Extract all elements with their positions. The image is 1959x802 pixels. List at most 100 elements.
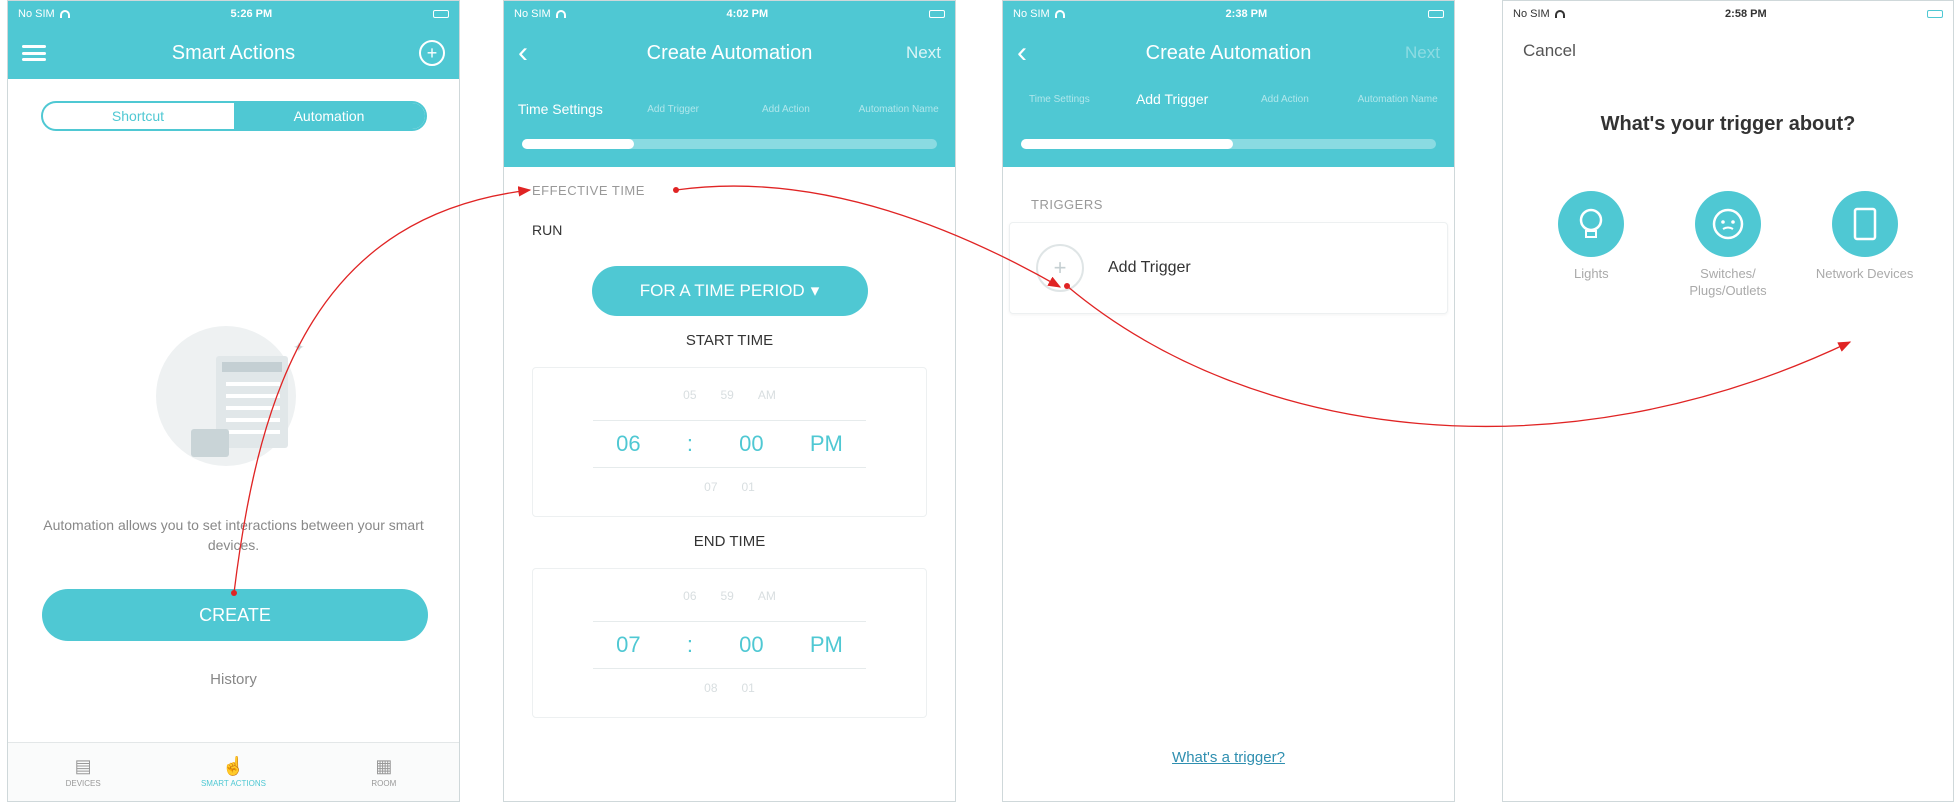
trigger-question: What's your trigger about?	[1600, 113, 1856, 135]
tab-room[interactable]: ▦ ROOM	[309, 743, 459, 801]
step-time-settings: Time Settings	[1028, 93, 1090, 105]
empty-state-description: Automation allows you to set interaction…	[43, 517, 424, 553]
nav-bar: Smart Actions +	[8, 27, 459, 79]
add-circle-icon: +	[1036, 244, 1084, 292]
step-add-trigger: Add Trigger	[647, 103, 699, 115]
wifi-icon	[1054, 10, 1065, 18]
caret-down-icon: ▾	[810, 281, 820, 300]
hamburger-icon[interactable]	[22, 45, 46, 61]
status-bar: No SIM 2:58 PM	[1503, 1, 1953, 27]
tab-bar: ▤ DEVICES ☝ SMART ACTIONS ▦ ROOM	[8, 742, 459, 801]
status-time: 5:26 PM	[230, 8, 273, 20]
next-button[interactable]: Next	[906, 43, 941, 63]
battery-icon	[432, 10, 449, 18]
wifi-icon	[1554, 10, 1565, 18]
category-label: Lights	[1573, 266, 1609, 281]
end-time-label: END TIME	[693, 533, 766, 550]
step-automation-name: Automation Name	[858, 103, 939, 115]
segment-shortcut[interactable]: Shortcut	[43, 103, 234, 129]
nav-bar: ‹ Create Automation Next	[1003, 27, 1454, 79]
category-switches-plugs[interactable]: Switches/ Plugs/Outlets	[1673, 191, 1783, 299]
history-link[interactable]: History	[8, 671, 459, 688]
smart-actions-icon: ☝	[222, 755, 245, 776]
start-time-picker[interactable]: 05 59 AM 06 : 00 PM 07 01	[532, 367, 927, 517]
back-chevron-icon[interactable]: ‹	[518, 38, 528, 68]
screen-add-trigger: No SIM 2:38 PM ‹ Create Automation Next …	[1002, 0, 1455, 802]
section-header: TRIGGERS	[1031, 197, 1103, 212]
outlet-icon	[1694, 191, 1761, 257]
picker-ampm[interactable]: PM	[810, 431, 843, 457]
step-indicator: Time Settings Add Trigger Add Action Aut…	[504, 79, 955, 139]
picker-minute-above: 59	[720, 589, 734, 603]
category-lights[interactable]: Lights	[1536, 191, 1646, 299]
carrier-label: No SIM	[1013, 8, 1050, 20]
picker-ampm-above: AM	[757, 589, 776, 603]
page-title: Create Automation	[1145, 41, 1312, 64]
status-time: 2:58 PM	[1725, 8, 1767, 20]
time-period-dropdown[interactable]: FOR A TIME PERIOD ▾	[591, 266, 868, 316]
picker-colon: :	[686, 632, 693, 657]
tab-devices[interactable]: ▤ DEVICES	[8, 743, 158, 801]
page-title: Smart Actions	[171, 41, 296, 64]
screen-smart-actions: No SIM 5:26 PM Smart Actions + Shortcut …	[7, 0, 460, 802]
picker-hour-above: 05	[683, 388, 697, 402]
picker-hour-below: 08	[704, 681, 718, 695]
add-circle-icon[interactable]: +	[419, 40, 445, 66]
picker-hour-above: 06	[683, 589, 697, 603]
next-button[interactable]: Next	[1405, 43, 1440, 63]
add-trigger-label: Add Trigger	[1108, 259, 1191, 276]
picker-minute[interactable]: 00	[739, 632, 763, 658]
category-label: Network Devices	[1815, 266, 1914, 281]
progress-fill	[522, 139, 635, 149]
picker-hour[interactable]: 07	[616, 632, 640, 658]
screen-trigger-category: No SIM 2:58 PM Cancel What's your trigge…	[1502, 0, 1954, 802]
picker-minute[interactable]: 00	[739, 431, 763, 457]
category-list: Lights Switches/ Plugs/Outlets Network D…	[1503, 191, 1953, 299]
whats-a-trigger-link[interactable]: What's a trigger?	[1003, 749, 1454, 766]
carrier-label: No SIM	[18, 8, 55, 20]
step-time-settings: Time Settings	[517, 100, 603, 117]
run-label: RUN	[532, 222, 563, 238]
step-automation-name: Automation Name	[1357, 93, 1438, 105]
segmented-control: Shortcut Automation	[40, 101, 427, 131]
stand-icon	[191, 429, 229, 457]
category-network-devices[interactable]: Network Devices	[1810, 191, 1920, 299]
picker-hour[interactable]: 06	[616, 431, 640, 457]
page-title: Create Automation	[646, 41, 813, 64]
step-add-action: Add Action	[1260, 93, 1309, 105]
create-button[interactable]: CREATE	[42, 589, 428, 641]
segment-automation[interactable]: Automation	[233, 103, 425, 129]
battery-icon	[1926, 10, 1943, 18]
room-icon: ▦	[375, 755, 393, 776]
picker-minute-below: 01	[741, 480, 755, 494]
tab-label: SMART ACTIONS	[200, 778, 267, 788]
tab-label: ROOM	[371, 778, 397, 788]
battery-icon	[1427, 10, 1444, 18]
devices-icon: ▤	[74, 755, 92, 776]
carrier-label: No SIM	[514, 8, 551, 20]
wifi-icon	[59, 10, 70, 18]
tab-label: DEVICES	[65, 778, 101, 788]
tablet-icon	[1831, 191, 1898, 257]
category-label: Switches/ Plugs/Outlets	[1689, 266, 1767, 298]
picker-ampm-above: AM	[757, 388, 776, 402]
status-bar: No SIM 2:38 PM	[1003, 1, 1454, 27]
tab-smart-actions[interactable]: ☝ SMART ACTIONS	[158, 743, 308, 801]
end-time-picker[interactable]: 06 59 AM 07 : 00 PM 08 01	[532, 568, 927, 718]
step-add-trigger: Add Trigger	[1135, 90, 1209, 107]
sparkle-icon: ✦	[293, 339, 305, 355]
progress-bar	[1021, 139, 1436, 149]
progress-bar	[522, 139, 937, 149]
bulb-icon	[1558, 191, 1625, 257]
picker-ampm[interactable]: PM	[810, 632, 843, 658]
wifi-icon	[555, 10, 566, 18]
picker-minute-below: 01	[741, 681, 755, 695]
back-chevron-icon[interactable]: ‹	[1017, 38, 1027, 68]
dropdown-label: FOR A TIME PERIOD	[639, 281, 805, 300]
cancel-button[interactable]: Cancel	[1503, 27, 1953, 61]
progress-fill	[1021, 139, 1233, 149]
battery-icon	[928, 10, 945, 18]
add-trigger-card[interactable]: + Add Trigger	[1009, 222, 1448, 314]
screen-time-settings: No SIM 4:02 PM ‹ Create Automation Next …	[503, 0, 956, 802]
section-header: EFFECTIVE TIME	[532, 183, 645, 198]
